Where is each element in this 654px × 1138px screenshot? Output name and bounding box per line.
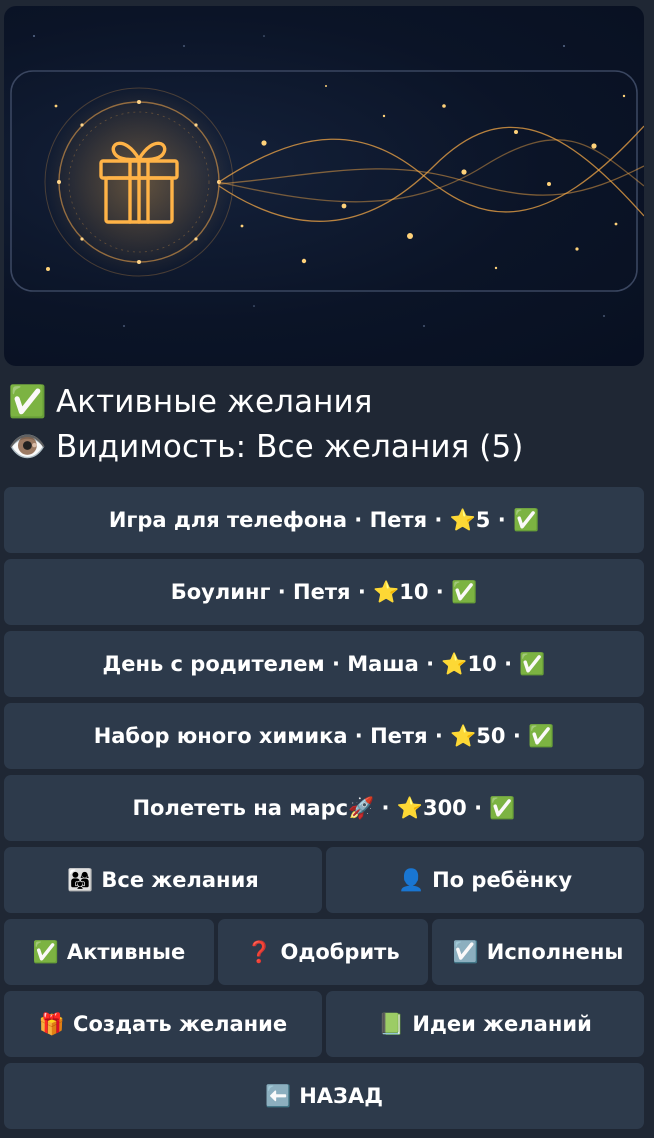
- all-wishes-button[interactable]: 👨‍👩‍👧 Все желания: [4, 847, 322, 913]
- approve-label: Одобрить: [280, 940, 400, 964]
- family-icon: 👨‍👩‍👧: [67, 867, 94, 892]
- back-label: НАЗАД: [299, 1084, 383, 1108]
- eye-icon: 👁️: [8, 429, 47, 465]
- wish-button-1[interactable]: Игра для телефона · Петя · ⭐5 · ✅: [4, 487, 644, 553]
- arrow-left-icon: ⬅️: [265, 1083, 292, 1108]
- approve-button[interactable]: ❓ Одобрить: [218, 919, 428, 985]
- checkbox-icon: ☑️: [452, 939, 479, 964]
- gift-banner-image: [4, 6, 644, 366]
- create-wish-button[interactable]: 🎁 Создать желание: [4, 991, 322, 1057]
- create-wish-label: Создать желание: [73, 1012, 288, 1036]
- message-title-text: Активные желания: [56, 384, 373, 420]
- wish-ideas-label: Идеи желаний: [412, 1012, 592, 1036]
- message-visibility-text: Видимость: Все желания (5): [56, 429, 524, 465]
- check-icon: ✅: [32, 939, 59, 964]
- message-title: ✅ Активные желания: [8, 382, 373, 422]
- by-child-label: По ребёнку: [432, 868, 573, 892]
- fulfilled-button[interactable]: ☑️ Исполнены: [432, 919, 644, 985]
- wish-button-2[interactable]: Боулинг · Петя · ⭐10 · ✅: [4, 559, 644, 625]
- person-icon: 👤: [397, 867, 425, 892]
- message-visibility: 👁️ Видимость: Все желания (5): [8, 427, 524, 467]
- question-icon: ❓: [246, 939, 273, 964]
- wish-ideas-button[interactable]: 📗 Идеи желаний: [326, 991, 644, 1057]
- active-button[interactable]: ✅ Активные: [4, 919, 214, 985]
- check-icon: ✅: [8, 384, 47, 420]
- active-label: Активные: [66, 940, 186, 964]
- wish-button-4[interactable]: Набор юного химика · Петя · ⭐50 · ✅: [4, 703, 644, 769]
- wish-button-3[interactable]: День с родителем · Маша · ⭐10 · ✅: [4, 631, 644, 697]
- by-child-button[interactable]: 👤 По ребёнку: [326, 847, 644, 913]
- all-wishes-label: Все желания: [101, 868, 259, 892]
- gift-icon: 🎁: [38, 1011, 66, 1036]
- back-button[interactable]: ⬅️ НАЗАД: [4, 1063, 644, 1129]
- wish-button-5[interactable]: Полететь на марс🚀 · ⭐300 · ✅: [4, 775, 644, 841]
- green-book-icon: 📗: [378, 1011, 405, 1036]
- fulfilled-label: Исполнены: [486, 940, 624, 964]
- gift-illustration: [10, 35, 644, 327]
